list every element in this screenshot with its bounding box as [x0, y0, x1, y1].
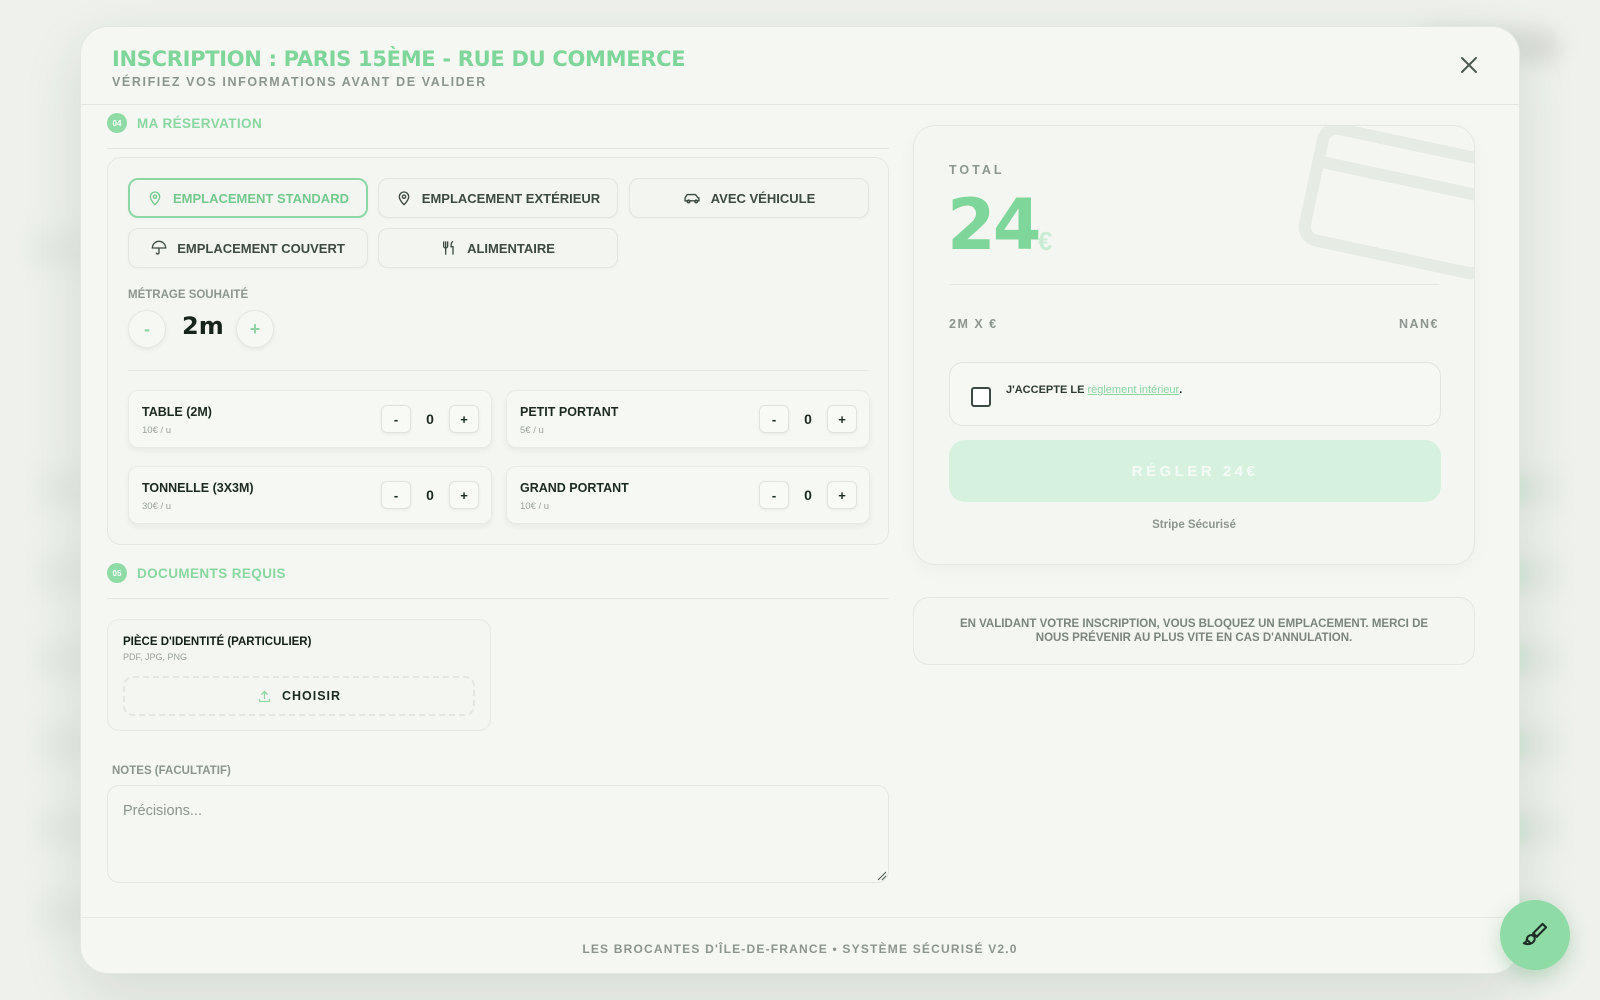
option-quantity: 0 — [426, 487, 434, 503]
modal-footer: LES BROCANTES D'ÎLE-DE-FRANCE • SYSTÈME … — [81, 917, 1519, 973]
modal-header: INSCRIPTION : PARIS 15ÈME - RUE DU COMME… — [81, 27, 1519, 105]
paintbrush-icon — [1522, 922, 1548, 946]
document-card-identity: PIÈCE D'IDENTITÉ (PARTICULIER) PDF, JPG,… — [107, 619, 491, 731]
section-reservation-header: 04 MA RÉSERVATION — [107, 113, 889, 149]
umbrella-icon — [151, 240, 167, 255]
option-minus-button[interactable]: - — [759, 405, 789, 433]
type-couvert-button[interactable]: EMPLACEMENT COUVERT — [128, 228, 368, 268]
divider — [128, 370, 868, 371]
option-price: 10€ / u — [520, 501, 550, 512]
document-formats: PDF, JPG, PNG — [123, 652, 188, 662]
terms-suffix: . — [1179, 384, 1183, 396]
pay-button[interactable]: RÉGLER 24€ — [949, 440, 1441, 502]
type-label: EMPLACEMENT EXTÉRIEUR — [421, 190, 601, 206]
upload-icon — [258, 690, 271, 702]
type-alimentaire-button[interactable]: ALIMENTAIRE — [378, 228, 618, 268]
cancellation-notice: EN VALIDANT VOTRE INSCRIPTION, VOUS BLOQ… — [913, 597, 1475, 665]
total-currency: € — [1038, 226, 1053, 256]
type-vehicule-button[interactable]: AVEC VÉHICULE — [629, 178, 869, 218]
option-plus-button[interactable]: + — [827, 405, 857, 433]
option-quantity: 0 — [426, 411, 434, 427]
map-pin-icon — [149, 191, 161, 206]
type-exterieur-button[interactable]: EMPLACEMENT EXTÉRIEUR — [378, 178, 618, 218]
section-documents-header: 05 DOCUMENTS REQUIS — [107, 563, 889, 599]
option-plus-button[interactable]: + — [827, 481, 857, 509]
document-choose-button[interactable]: CHOISIR — [123, 676, 475, 716]
car-icon — [684, 193, 700, 204]
reservation-card: EMPLACEMENT STANDARD EMPLACEMENT EXTÉRIE… — [107, 157, 889, 545]
divider — [949, 284, 1439, 285]
calc-label: 2M X € — [949, 317, 998, 331]
option-price: 30€ / u — [142, 501, 172, 512]
notes-textarea[interactable] — [107, 785, 889, 883]
option-price: 5€ / u — [520, 425, 544, 436]
type-label: ALIMENTAIRE — [467, 240, 555, 256]
section-title: MA RÉSERVATION — [137, 116, 263, 131]
terms-acceptance: J'ACCEPTE LE règlement intérieur. — [949, 362, 1441, 426]
option-minus-button[interactable]: - — [381, 405, 411, 433]
calc-value: NAN€ — [1398, 317, 1439, 331]
terms-checkbox[interactable] — [971, 387, 991, 407]
total-card: TOTAL 24 € 2M X € NAN€ J'ACCEPTE LE règl… — [913, 125, 1475, 565]
total-amount: 24 — [947, 184, 1041, 266]
close-icon — [1461, 57, 1477, 73]
terms-prefix: J'ACCEPTE LE — [1006, 384, 1088, 396]
choose-label: CHOISIR — [281, 689, 342, 703]
option-quantity: 0 — [804, 411, 812, 427]
option-plus-button[interactable]: + — [449, 405, 479, 433]
option-name: PETIT PORTANT — [520, 405, 619, 419]
map-pin-icon — [398, 191, 410, 206]
resize-grip-icon[interactable] — [877, 871, 887, 881]
terms-text: J'ACCEPTE LE règlement intérieur. — [1006, 384, 1182, 396]
option-card-table: TABLE (2M) 10€ / u - 0 + — [128, 390, 492, 448]
theme-fab-button[interactable] — [1500, 900, 1570, 970]
section-step-badge: 04 — [107, 113, 127, 133]
option-minus-button[interactable]: - — [381, 481, 411, 509]
footer-text: LES BROCANTES D'ÎLE-DE-FRANCE • SYSTÈME … — [582, 942, 1018, 956]
metrage-label: MÉTRAGE SOUHAITÉ — [128, 289, 249, 301]
section-title: DOCUMENTS REQUIS — [137, 566, 286, 581]
type-label: AVEC VÉHICULE — [710, 190, 816, 206]
option-name: GRAND PORTANT — [520, 481, 629, 495]
credit-card-icon — [1298, 126, 1474, 280]
option-card-tonnelle: TONNELLE (3X3M) 30€ / u - 0 + — [128, 466, 492, 524]
metrage-value: 2m — [182, 312, 224, 340]
metrage-plus-button[interactable]: + — [236, 310, 274, 348]
total-label: TOTAL — [949, 163, 1005, 177]
modal-subtitle: VÉRIFIEZ VOS INFORMATIONS AVANT DE VALID… — [112, 75, 487, 89]
option-quantity: 0 — [804, 487, 812, 503]
modal-title: INSCRIPTION : PARIS 15ÈME - RUE DU COMME… — [112, 47, 686, 71]
option-card-petit-portant: PETIT PORTANT 5€ / u - 0 + — [506, 390, 870, 448]
stripe-note: Stripe Sécurisé — [1152, 519, 1236, 531]
option-name: TABLE (2M) — [142, 405, 212, 419]
type-standard-button[interactable]: EMPLACEMENT STANDARD — [128, 178, 368, 218]
option-name: TONNELLE (3X3M) — [142, 481, 254, 495]
option-price: 10€ / u — [142, 425, 172, 436]
option-plus-button[interactable]: + — [449, 481, 479, 509]
close-button[interactable] — [1457, 53, 1481, 77]
terms-link[interactable]: règlement intérieur — [1087, 384, 1179, 396]
type-label: EMPLACEMENT COUVERT — [177, 240, 345, 256]
notes-label: NOTES (FACULTATIF) — [112, 765, 231, 777]
type-label: EMPLACEMENT STANDARD — [173, 190, 349, 206]
option-minus-button[interactable]: - — [759, 481, 789, 509]
option-card-grand-portant: GRAND PORTANT 10€ / u - 0 + — [506, 466, 870, 524]
document-title: PIÈCE D'IDENTITÉ (PARTICULIER) — [123, 636, 312, 648]
utensils-icon — [443, 240, 454, 255]
metrage-minus-button[interactable]: - — [128, 310, 166, 348]
section-step-badge: 05 — [107, 563, 127, 583]
registration-modal: INSCRIPTION : PARIS 15ÈME - RUE DU COMME… — [80, 26, 1520, 974]
